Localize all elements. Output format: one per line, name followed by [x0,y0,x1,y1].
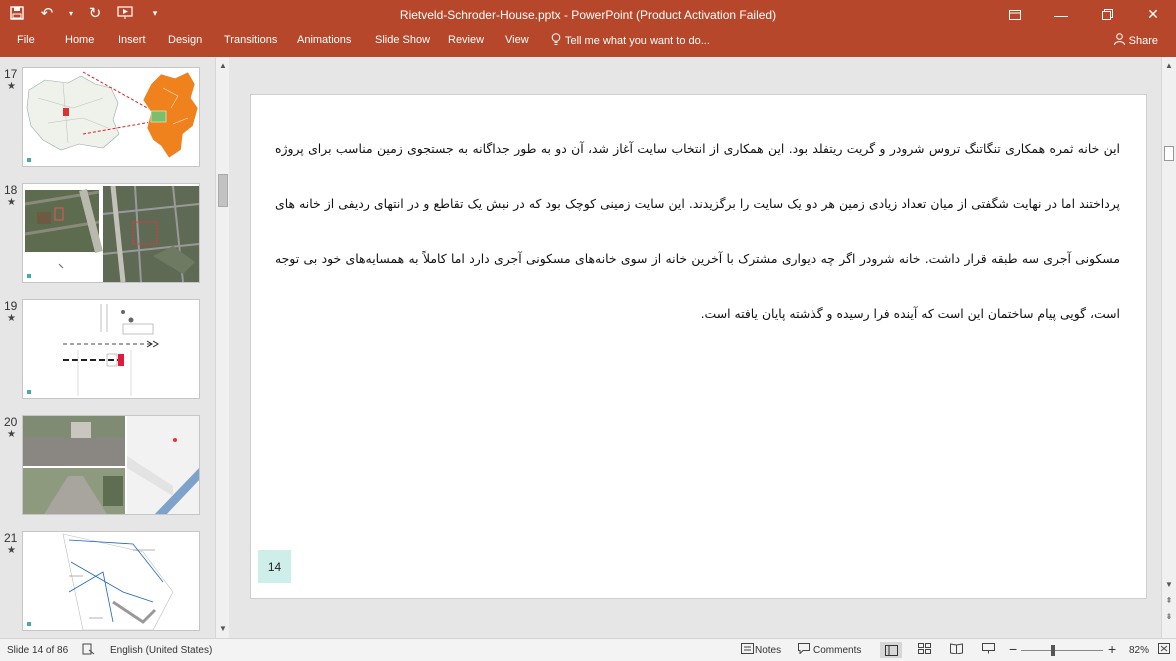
next-slide-icon[interactable]: ⇟ [1162,610,1176,624]
slide-body-text[interactable]: این خانه ثمره همکاری تنگاتنگ تروس شرودر … [275,121,1120,341]
tell-me-text: Tell me what you want to do... [565,35,710,47]
slide-thumbnail-pane: 17 ★ 18 ★ 19 ★ 20 ★ 21 ★ ▲ ▼ [0,57,231,638]
restore-icon[interactable] [1084,0,1130,29]
notes-button[interactable]: Notes [755,645,781,656]
title-bar: ↶ ▾ ↻ ▾ Rietveld-Schroder-House.pptx - P… [0,0,1176,29]
tab-slide-show[interactable]: Slide Show [375,34,430,46]
tab-insert[interactable]: Insert [118,34,146,46]
scroll-up-icon[interactable]: ▲ [216,59,230,73]
slide-number-box[interactable]: 14 [258,550,291,583]
tab-design[interactable]: Design [168,34,202,46]
scroll-down-icon[interactable]: ▼ [216,622,230,636]
language-indicator[interactable]: English (United States) [110,645,212,656]
animation-star-icon: ★ [7,545,16,556]
scrollbar-thumb[interactable] [218,174,228,207]
comments-icon [798,643,810,657]
share-button[interactable]: Share [1113,33,1158,48]
zoom-in-icon[interactable]: + [1108,641,1116,657]
minimize-icon[interactable]: — [1038,0,1084,29]
thumbnail-number: 18 [4,183,18,197]
zoom-slider-handle[interactable] [1051,645,1055,656]
zoom-level[interactable]: 82% [1129,645,1149,656]
slide-count: Slide 14 of 86 [7,645,69,656]
close-icon[interactable]: ✕ [1130,0,1176,29]
tell-me-box[interactable]: Tell me what you want to do... [551,33,710,49]
thumbnail-number: 17 [4,67,18,81]
slide-scrollbar[interactable]: ▲ ▼ ⇞ ⇟ [1161,57,1176,638]
slide-editing-area: این خانه ثمره همکاری تنگاتنگ تروس شرودر … [232,57,1162,638]
thumbnail-number: 20 [4,415,18,429]
status-bar: Slide 14 of 86 English (United States) N… [0,638,1176,661]
thumbnail-image [22,531,200,631]
slide-show-icon[interactable] [982,643,995,657]
reading-view-icon[interactable] [950,643,963,657]
ribbon-display-options-icon[interactable] [992,0,1038,29]
animation-star-icon: ★ [7,313,16,324]
tab-transitions[interactable]: Transitions [224,34,277,46]
tab-view[interactable]: View [505,34,529,46]
current-slide[interactable]: این خانه ثمره همکاری تنگاتنگ تروس شرودر … [250,94,1147,599]
thumbnail-image [22,415,200,515]
lightbulb-icon [551,33,561,49]
previous-slide-icon[interactable]: ⇞ [1162,594,1176,608]
tab-file[interactable]: File [17,34,35,46]
animation-star-icon: ★ [7,429,16,440]
normal-view-icon[interactable] [880,642,902,658]
comments-button[interactable]: Comments [813,645,861,656]
tab-home[interactable]: Home [65,34,94,46]
thumbnail-image [22,183,200,283]
thumbnail-image [22,299,200,399]
ribbon-tabs: File Home Insert Design Transitions Anim… [0,29,1176,57]
thumbnail-number: 19 [4,299,18,313]
tab-review[interactable]: Review [448,34,484,46]
notes-icon [741,643,754,657]
tab-animations[interactable]: Animations [297,34,351,46]
thumbnail-image [22,67,200,167]
animation-star-icon: ★ [7,81,16,92]
slide-sorter-icon[interactable] [918,643,931,657]
animation-star-icon: ★ [7,197,16,208]
scrollbar-thumb[interactable] [1164,146,1174,161]
thumbnail-number: 21 [4,531,18,545]
zoom-out-icon[interactable]: − [1009,641,1017,657]
spelling-check-icon[interactable] [82,643,95,658]
share-label: Share [1128,34,1158,47]
window-controls: — ✕ [992,0,1176,29]
scroll-down-icon[interactable]: ▼ [1162,578,1176,592]
zoom-slider[interactable] [1021,650,1103,651]
scroll-up-icon[interactable]: ▲ [1162,59,1176,73]
thumbnail-scrollbar[interactable]: ▲ ▼ [215,57,229,638]
fit-to-window-icon[interactable] [1158,643,1170,657]
person-icon [1113,33,1125,48]
